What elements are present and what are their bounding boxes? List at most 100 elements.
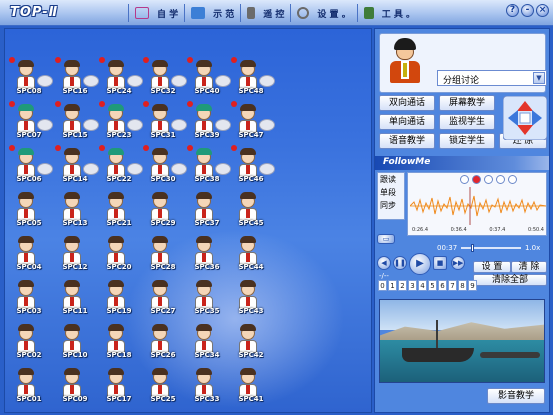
student-computer[interactable]: SPC35	[187, 277, 227, 317]
video-teaching-button[interactable]: 影音教学	[487, 388, 545, 404]
student-computer[interactable]: SPC05	[9, 189, 49, 229]
student-computer[interactable]: SPC32	[143, 57, 187, 97]
minimize-button[interactable]: -	[521, 4, 534, 17]
student-computer[interactable]: SPC18	[99, 321, 139, 361]
student-computer[interactable]: SPC36	[187, 233, 227, 273]
student-computer[interactable]: SPC26	[143, 321, 183, 361]
student-computer[interactable]: SPC06	[9, 145, 53, 185]
student-computer[interactable]: SPC17	[99, 365, 139, 405]
student-computer[interactable]: SPC45	[231, 189, 271, 229]
digit-3[interactable]: 3	[408, 280, 417, 291]
pause-button-icon[interactable]: ❚❚	[393, 256, 407, 270]
menu-settings[interactable]: 设 置 。	[290, 4, 356, 22]
student-computer[interactable]: SPC19	[99, 277, 139, 317]
stop-icon[interactable]	[508, 175, 517, 184]
play-icon[interactable]: ▶	[409, 253, 431, 275]
student-computer-label: SPC48	[238, 87, 264, 95]
student-computer[interactable]: SPC42	[231, 321, 271, 361]
rewind-icon[interactable]	[460, 175, 469, 184]
student-computer[interactable]: SPC23	[99, 101, 143, 141]
student-computer[interactable]: SPC29	[143, 189, 183, 229]
clear-all-button[interactable]: 清除全部	[473, 274, 547, 286]
menu-remote-control[interactable]: 遥 控	[240, 4, 290, 22]
group-mode-select[interactable]: 分组讨论 ▼	[437, 70, 547, 86]
menu-demo-label: 示 范	[213, 9, 235, 20]
voice-teaching-button[interactable]: 语音教学	[379, 133, 435, 149]
next-icon[interactable]: ▶▶	[451, 256, 465, 270]
pause-icon[interactable]	[496, 175, 505, 184]
menu-self-study[interactable]: 自 学	[128, 4, 184, 22]
student-computer[interactable]: SPC37	[187, 189, 227, 229]
student-computer[interactable]: SPC11	[55, 277, 95, 317]
broadcast-arrows-icon[interactable]	[503, 96, 547, 140]
chevron-down-icon[interactable]: ▼	[533, 72, 545, 84]
student-computer[interactable]: SPC13	[55, 189, 95, 229]
student-computer[interactable]: SPC22	[99, 145, 143, 185]
student-computer[interactable]: SPC44	[231, 233, 271, 273]
student-computer[interactable]: SPC41	[231, 365, 271, 405]
help-button[interactable]: ?	[506, 4, 519, 17]
close-button[interactable]: ×	[536, 4, 549, 17]
record-icon[interactable]	[472, 175, 481, 184]
digit-5[interactable]: 5	[428, 280, 437, 291]
digit-1[interactable]: 1	[388, 280, 397, 291]
student-computer[interactable]: SPC20	[99, 233, 139, 273]
student-computer[interactable]: SPC34	[187, 321, 227, 361]
student-computer[interactable]: SPC28	[143, 233, 183, 273]
student-computer[interactable]: SPC03	[9, 277, 49, 317]
student-computer[interactable]: SPC39	[187, 101, 231, 141]
student-computer[interactable]: SPC33	[187, 365, 227, 405]
student-computer[interactable]: SPC12	[55, 233, 95, 273]
seek-bar[interactable]	[461, 247, 521, 249]
student-computer[interactable]: SPC01	[9, 365, 49, 405]
lock-students-button[interactable]: 锁定学生	[439, 133, 495, 149]
student-computer[interactable]: SPC10	[55, 321, 95, 361]
student-computer[interactable]: SPC25	[143, 365, 183, 405]
setup-button[interactable]: 设 置	[473, 261, 511, 273]
seek-thumb[interactable]	[471, 244, 474, 252]
digit-8[interactable]: 8	[458, 280, 467, 291]
one-way-call-button[interactable]: 单向通话	[379, 114, 435, 130]
student-computer[interactable]: SPC08	[9, 57, 53, 97]
student-computer[interactable]: SPC48	[231, 57, 275, 97]
mode-follow-read[interactable]: 跟读	[378, 173, 404, 186]
monitor-students-button[interactable]: 监视学生	[439, 114, 495, 130]
previous-icon[interactable]: ◀	[377, 256, 391, 270]
student-computer[interactable]: SPC47	[231, 101, 275, 141]
student-computer[interactable]: SPC02	[9, 321, 49, 361]
student-computer[interactable]: SPC43	[231, 277, 271, 317]
screen-teaching-button[interactable]: 屏幕教学	[439, 95, 495, 111]
student-computer[interactable]: SPC04	[9, 233, 49, 273]
digit-2[interactable]: 2	[398, 280, 407, 291]
video-preview[interactable]	[379, 299, 545, 383]
mode-single-segment[interactable]: 单段	[378, 186, 404, 199]
student-computer[interactable]: SPC30	[143, 145, 187, 185]
student-computer[interactable]: SPC46	[231, 145, 275, 185]
loop-icon[interactable]	[484, 175, 493, 184]
two-way-call-button[interactable]: 双向通话	[379, 95, 435, 111]
student-computer[interactable]: SPC40	[187, 57, 231, 97]
student-computer[interactable]: SPC31	[143, 101, 187, 141]
stop-button-icon[interactable]: ■	[433, 256, 447, 270]
digit-4[interactable]: 4	[418, 280, 427, 291]
digit-6[interactable]: 6	[438, 280, 447, 291]
digit-0[interactable]: 0	[378, 280, 387, 291]
clear-button[interactable]: 清 除	[511, 261, 547, 273]
student-computer[interactable]: SPC07	[9, 101, 53, 141]
waveform-view[interactable]: 0:26.4 0:36.4 0:37.4 0:50.4	[407, 172, 547, 236]
student-computer[interactable]: SPC14	[55, 145, 99, 185]
waveform-toggle-icon[interactable]: ▭	[377, 234, 395, 244]
student-computer[interactable]: SPC38	[187, 145, 231, 185]
student-avatar-icon	[149, 147, 187, 177]
digit-7[interactable]: 7	[448, 280, 457, 291]
student-computer[interactable]: SPC15	[55, 101, 99, 141]
student-computer[interactable]: SPC16	[55, 57, 99, 97]
mode-sync[interactable]: 同步	[378, 199, 404, 212]
student-computer[interactable]: SPC21	[99, 189, 139, 229]
student-computer[interactable]: SPC09	[55, 365, 95, 405]
menu-tools[interactable]: 工 具 。	[356, 4, 421, 22]
menu-demo[interactable]: 示 范	[184, 4, 240, 22]
student-computer[interactable]: SPC27	[143, 277, 183, 317]
student-computer[interactable]: SPC24	[99, 57, 143, 97]
digit-9[interactable]: 9	[468, 280, 477, 291]
